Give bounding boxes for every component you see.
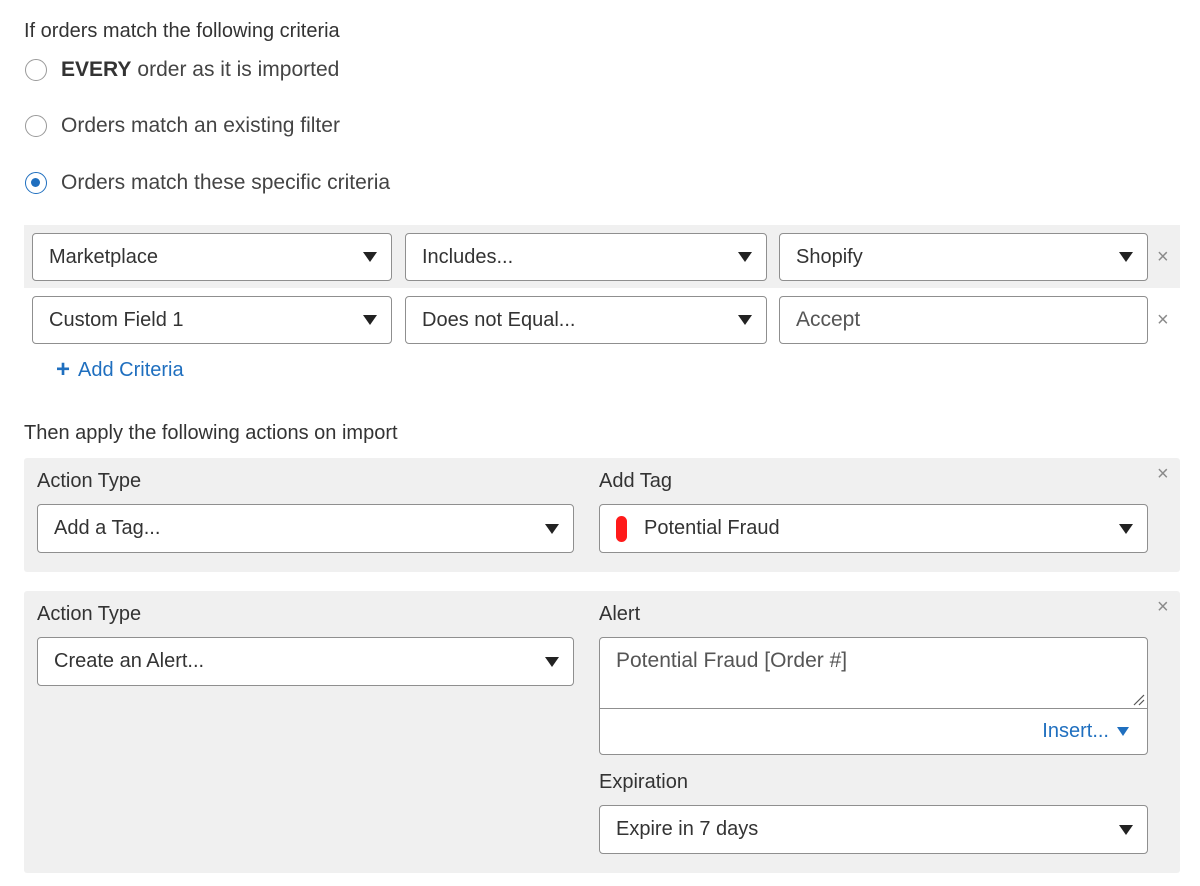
expiration-select[interactable]: Expire in 7 days	[599, 805, 1148, 854]
plus-icon: +	[56, 356, 71, 383]
add-criteria-label: Add Criteria	[78, 358, 184, 381]
tag-select[interactable]: Potential Fraud	[599, 504, 1148, 553]
chevron-down-icon	[738, 315, 752, 325]
action-type-select[interactable]: Create an Alert...	[37, 637, 574, 686]
close-icon[interactable]: ×	[1157, 247, 1169, 267]
add-tag-label: Add Tag	[599, 470, 673, 492]
resize-handle-icon[interactable]	[1133, 694, 1145, 706]
radio-button[interactable]	[25, 59, 47, 81]
chevron-down-icon	[1119, 252, 1133, 262]
radio-button-selected[interactable]	[25, 172, 47, 194]
add-criteria-link[interactable]: + Add Criteria	[56, 358, 184, 382]
radio-option-specific-criteria[interactable]: Orders match these specific criteria	[25, 171, 390, 195]
chevron-down-icon	[1117, 727, 1129, 736]
chevron-down-icon	[545, 656, 559, 667]
radio-label: order as it is imported	[137, 58, 340, 81]
chevron-down-icon	[738, 252, 752, 262]
action-type-label: Action Type	[37, 603, 142, 625]
close-icon[interactable]: ×	[1157, 310, 1169, 330]
select-value: Expire in 7 days	[616, 818, 759, 840]
select-value: Does not Equal...	[422, 308, 576, 331]
alert-editor: Potential Fraud [Order #] Insert...	[599, 637, 1148, 755]
insert-dropdown[interactable]: Insert...	[1042, 720, 1129, 743]
radio-option-existing-filter[interactable]: Orders match an existing filter	[25, 114, 340, 138]
select-value: Potential Fraud	[644, 517, 780, 539]
select-value: Includes...	[422, 245, 514, 268]
radio-button[interactable]	[25, 115, 47, 137]
criteria-field-select[interactable]: Custom Field 1	[32, 296, 392, 344]
expiration-label: Expiration	[599, 771, 688, 793]
criteria-operator-select[interactable]: Includes...	[405, 233, 767, 281]
chevron-down-icon	[545, 523, 559, 534]
insert-label: Insert...	[1042, 720, 1109, 742]
chevron-down-icon	[363, 252, 377, 262]
criteria-operator-select[interactable]: Does not Equal...	[405, 296, 767, 344]
radio-label: Orders match an existing filter	[61, 114, 340, 137]
radio-option-every-order[interactable]: EVERY order as it is imported	[25, 58, 339, 82]
criteria-heading: If orders match the following criteria	[24, 20, 340, 42]
action-type-label: Action Type	[37, 470, 142, 492]
select-value: Marketplace	[49, 245, 158, 268]
select-value: Custom Field 1	[49, 308, 184, 331]
criteria-value-select[interactable]: Shopify	[779, 233, 1148, 281]
close-icon[interactable]: ×	[1157, 597, 1169, 617]
alert-label: Alert	[599, 603, 641, 625]
radio-label-bold: EVERY	[61, 58, 132, 81]
action-type-select[interactable]: Add a Tag...	[37, 504, 574, 553]
alert-textarea[interactable]: Potential Fraud [Order #]	[600, 638, 1147, 709]
alert-text: Potential Fraud [Order #]	[616, 649, 848, 672]
criteria-field-select[interactable]: Marketplace	[32, 233, 392, 281]
radio-label: Orders match these specific criteria	[61, 171, 391, 194]
tag-color-swatch	[616, 515, 627, 542]
actions-heading: Then apply the following actions on impo…	[24, 422, 398, 444]
chevron-down-icon	[1119, 523, 1133, 534]
close-icon[interactable]: ×	[1157, 464, 1169, 484]
chevron-down-icon	[1119, 824, 1133, 835]
select-value: Shopify	[796, 245, 863, 268]
select-value: Add a Tag...	[54, 517, 161, 539]
select-value: Create an Alert...	[54, 650, 205, 672]
chevron-down-icon	[363, 315, 377, 325]
criteria-value-input[interactable]: Accept	[779, 296, 1148, 344]
input-value: Accept	[796, 308, 861, 331]
